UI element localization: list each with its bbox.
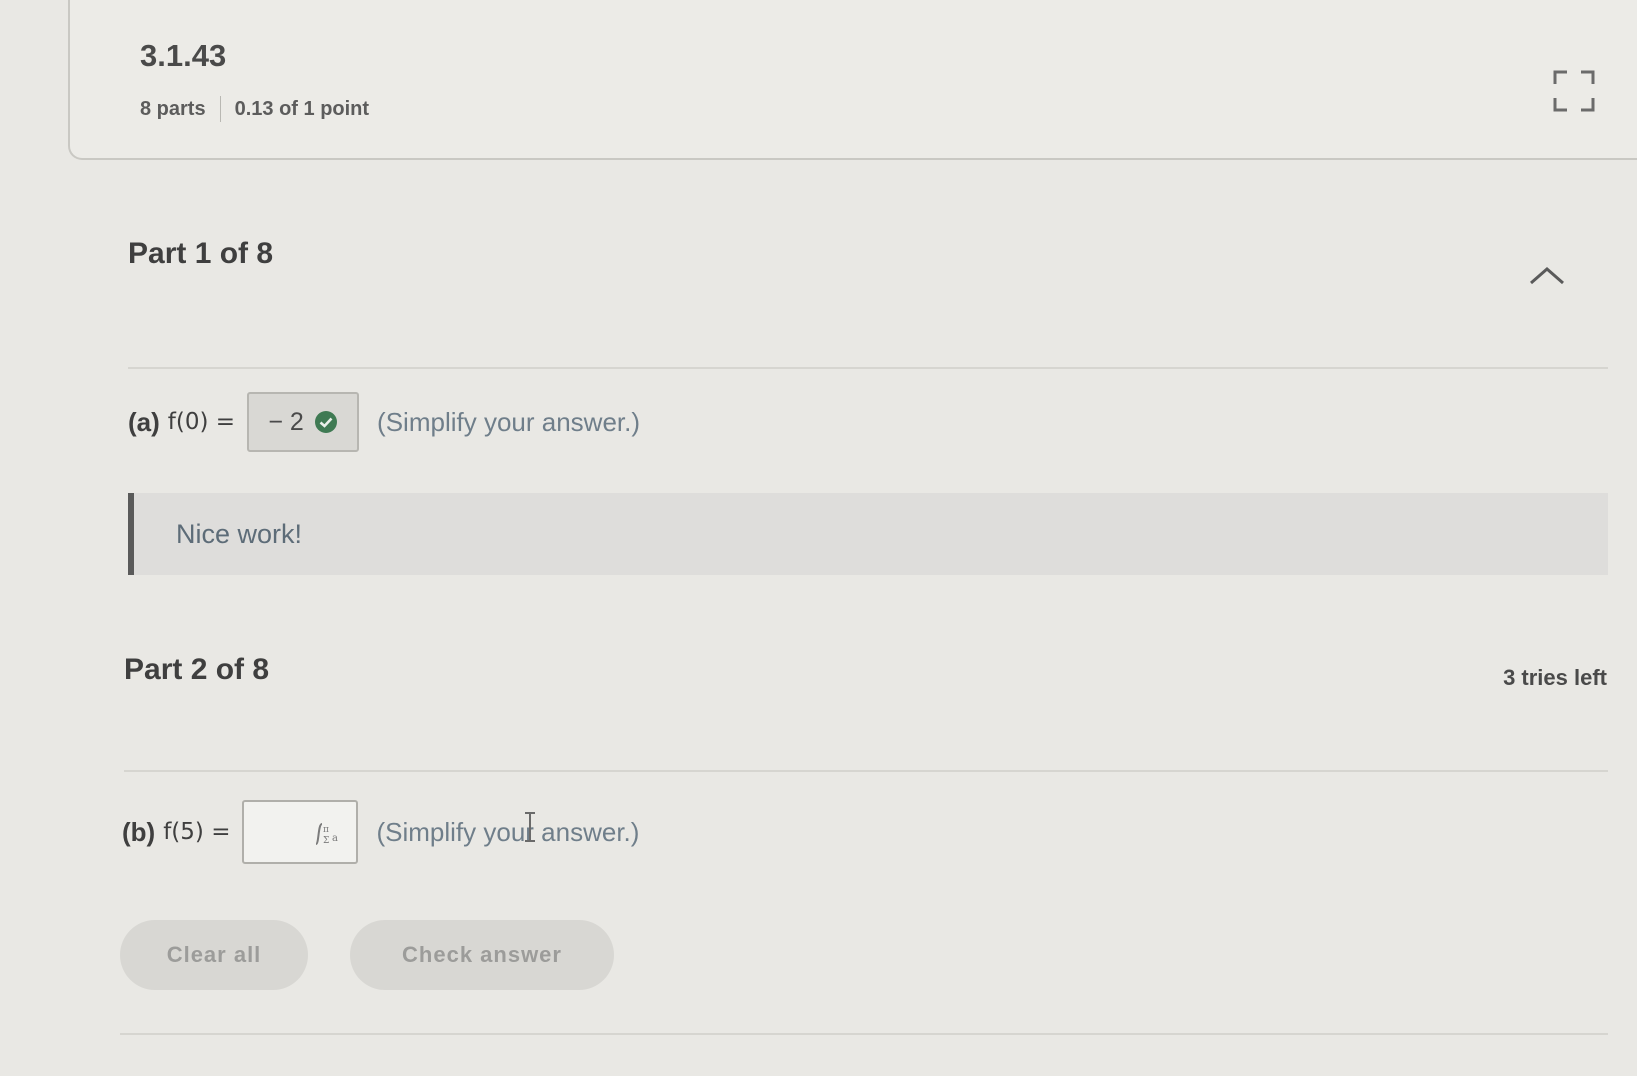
clear-all-button[interactable]: Clear all (120, 920, 308, 990)
feedback-text: Nice work! (176, 518, 303, 549)
part-2-title: Part 2 of 8 (124, 653, 270, 686)
question-b-label: (b) (122, 816, 156, 847)
question-a: (a) f(0) = − 2 (Simplify your answer.) (128, 392, 640, 452)
svg-text:a: a (332, 833, 338, 844)
question-area: Part 1 of 8 (a) f(0) = − 2 (Simplify you… (0, 185, 1637, 1076)
math-template-icon[interactable]: π Σ a (310, 822, 342, 846)
text-cursor-icon (525, 812, 535, 842)
question-a-instruction: (Simplify your answer.) (377, 406, 641, 437)
expand-icon[interactable] (1553, 70, 1595, 112)
part-1-title: Part 1 of 8 (128, 237, 274, 270)
question-a-expression: f(0) = (167, 409, 236, 435)
meta-divider (219, 96, 221, 122)
question-b-instruction: (Simplify your answer.) (376, 816, 640, 847)
answer-a-field[interactable]: − 2 (247, 392, 360, 452)
problem-header: 3.1.43 8 parts 0.13 of 1 point (68, 0, 1637, 160)
question-a-label: (a) (128, 406, 160, 437)
chevron-up-icon[interactable] (1527, 263, 1567, 287)
check-answer-button[interactable]: Check answer (350, 920, 614, 990)
question-b-expression: f(5) = (163, 819, 231, 845)
problem-id: 3.1.43 (140, 38, 227, 73)
tries-left: 3 tries left (1503, 665, 1607, 690)
problem-meta: 8 parts 0.13 of 1 point (140, 96, 369, 122)
answer-b-field[interactable]: π Σ a (242, 800, 359, 864)
score-text: 0.13 of 1 point (234, 97, 370, 120)
part-2-divider (124, 770, 1608, 772)
feedback-box: Nice work! (128, 493, 1608, 575)
question-b: (b) f(5) = π Σ a (Simplify your answer.) (122, 800, 639, 864)
check-circle-icon (314, 411, 337, 433)
part-1-divider (128, 367, 1608, 369)
answer-a-value: − 2 (268, 407, 304, 436)
svg-text:Σ: Σ (323, 836, 329, 846)
parts-count: 8 parts (140, 97, 206, 120)
svg-text:π: π (323, 825, 329, 835)
bottom-divider (120, 1033, 1608, 1035)
